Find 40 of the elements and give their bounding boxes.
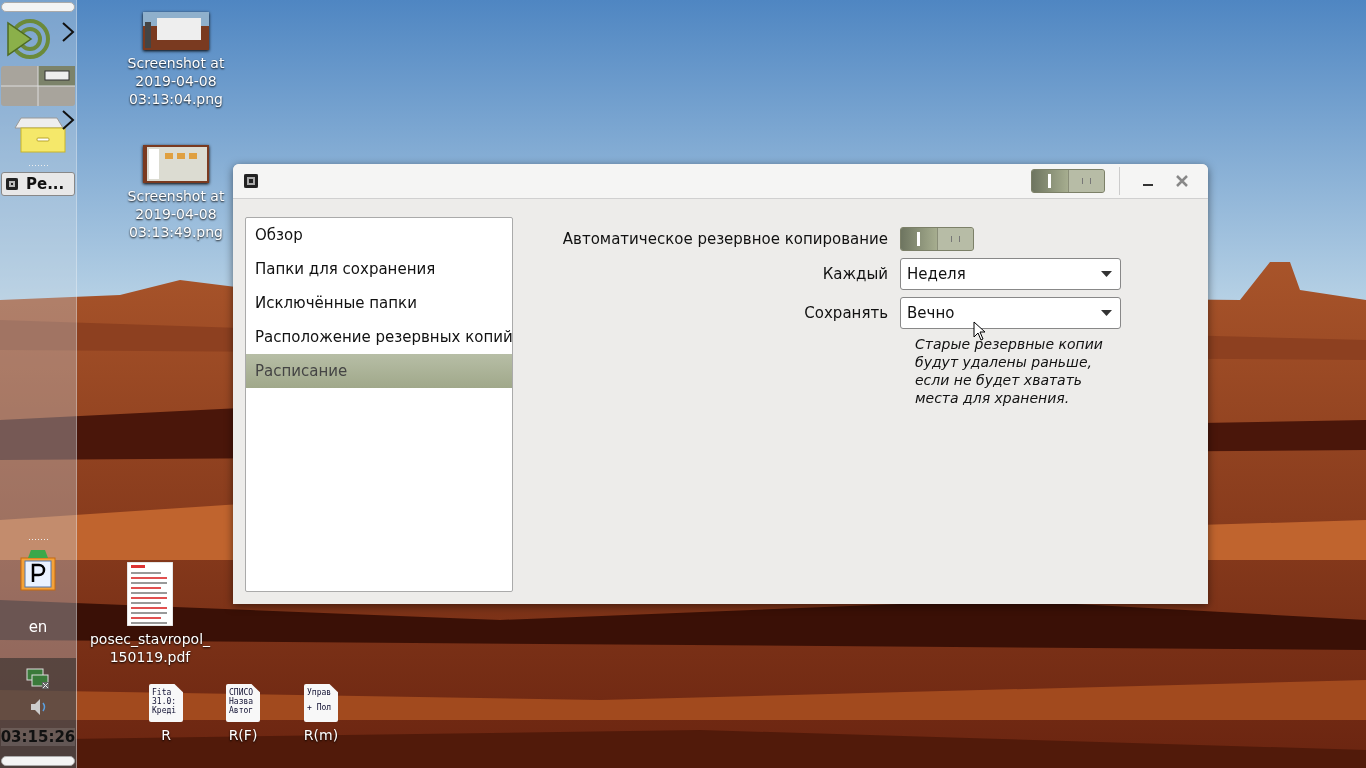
sidebar-item[interactable]: Расположение резервных копий bbox=[246, 320, 512, 354]
speaker-icon[interactable] bbox=[29, 698, 47, 716]
minimize-icon bbox=[1143, 184, 1153, 186]
sidebar-item[interactable]: Расписание bbox=[246, 354, 512, 388]
camera-icon bbox=[244, 174, 258, 188]
keyboard-layout[interactable]: en bbox=[28, 618, 48, 636]
text-file-icon[interactable]: Управ + Пол bbox=[304, 684, 338, 722]
file-name: R bbox=[161, 726, 171, 744]
screenshot-thumbnail[interactable] bbox=[143, 145, 209, 183]
menu-launcher-icon[interactable] bbox=[5, 18, 75, 62]
dropdown-arrow-icon bbox=[1101, 271, 1112, 277]
file-name: posec_stavropol_ 150119.pdf bbox=[89, 630, 211, 666]
file-name: Screenshot at 2019-04-08 03:13:04.png bbox=[127, 54, 225, 108]
file-name: R(m) bbox=[303, 726, 339, 744]
setting-label: Автоматическое резервное копирование bbox=[561, 230, 888, 248]
text-file-icon[interactable]: Fita 31.0: Креді bbox=[149, 684, 183, 722]
drag-handle bbox=[28, 164, 48, 168]
drag-handle bbox=[28, 538, 48, 542]
sidebar-item[interactable]: Обзор bbox=[246, 218, 512, 252]
text-file-icon[interactable]: СПИСО Назва Автог bbox=[226, 684, 260, 722]
workspace-switcher[interactable] bbox=[1, 66, 75, 106]
pdf-document-icon[interactable] bbox=[127, 562, 173, 626]
hint-text: Старые резервные копии будут удалены раньше, если не будет хватать места для хранения. bbox=[915, 335, 1104, 407]
file-name: R(F) bbox=[228, 726, 258, 744]
file-name: Screenshot at 2019-04-08 03:13:49.png bbox=[127, 187, 225, 241]
screenshot-thumbnail[interactable] bbox=[143, 12, 209, 50]
toggle-switch[interactable] bbox=[1031, 169, 1105, 193]
sidebar-item[interactable]: Папки для сохранения bbox=[246, 252, 512, 286]
parking-app-icon[interactable] bbox=[19, 548, 57, 592]
dropdown-arrow-icon bbox=[1101, 310, 1112, 316]
toggle-switch[interactable] bbox=[900, 227, 974, 251]
close-icon bbox=[1176, 175, 1188, 187]
setting-label: Сохранять bbox=[803, 304, 888, 322]
dropdown[interactable]: Вечно bbox=[900, 297, 1121, 329]
sidebar-item[interactable]: Исключённые папки bbox=[246, 286, 512, 320]
task-button[interactable]: Ре... bbox=[1, 172, 75, 196]
network-icon[interactable] bbox=[26, 668, 50, 690]
setting-label: Каждый bbox=[821, 265, 888, 283]
dropdown[interactable]: Неделя bbox=[900, 258, 1121, 290]
pointer-icon bbox=[973, 321, 987, 341]
